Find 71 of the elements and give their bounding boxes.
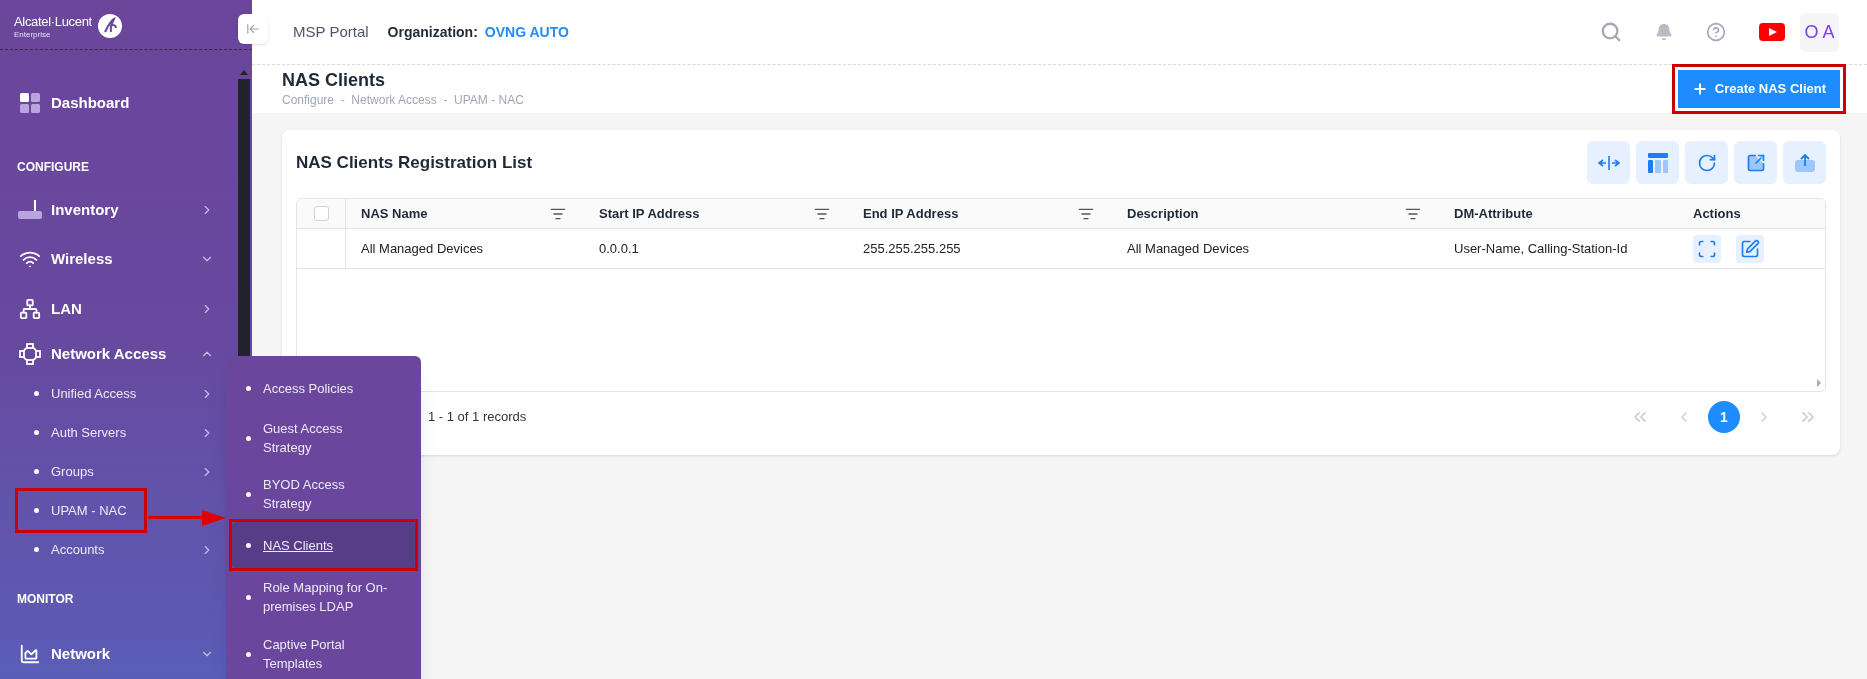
table-cell-text: User-Name, Calling-Station-Id <box>1454 239 1628 258</box>
export-icon <box>1745 152 1766 173</box>
column-header[interactable]: Actions <box>1693 203 1807 224</box>
page-title: NAS Clients <box>282 69 387 91</box>
page-button[interactable]: 1 <box>1708 401 1740 433</box>
column-header[interactable]: Start IP Address <box>599 203 814 224</box>
submenu-item[interactable]: NAS Clients <box>232 522 415 568</box>
table-cell-text: All Managed Devices <box>361 239 484 258</box>
section-heading: MONITOR <box>17 591 74 608</box>
brand-subtitle: Enterprise <box>14 30 52 40</box>
bullet-icon <box>246 491 251 497</box>
table-cell-text: All Managed Devices <box>1127 239 1250 258</box>
breadcrumb: Configure - Network Access - UPAM - NAC <box>282 92 525 109</box>
column-header[interactable]: NAS Name <box>361 203 550 224</box>
nodes-icon <box>19 343 41 365</box>
column-header[interactable]: End IP Address <box>863 203 1078 224</box>
columns-icon <box>1647 152 1668 173</box>
area-chart-icon <box>19 643 41 665</box>
export-button[interactable] <box>1734 141 1777 184</box>
select-all-checkbox[interactable] <box>313 206 329 221</box>
resize-columns-button[interactable] <box>1587 141 1630 184</box>
brand-name: Alcatel·Lucent <box>14 14 92 30</box>
records-summary: 1 - 1 of 1 records <box>428 408 528 427</box>
submenu-item[interactable]: Role Mapping for On-premises LDAP <box>232 568 415 626</box>
search-icon[interactable] <box>1600 21 1622 43</box>
table-cell-text: 0.0.0.1 <box>599 239 639 258</box>
bullet-icon <box>34 547 39 552</box>
bullet-icon <box>34 391 39 396</box>
user-avatar[interactable]: O A <box>1800 12 1839 52</box>
organization-name[interactable]: OVNG AUTO <box>484 21 569 43</box>
bullet-icon <box>246 385 251 391</box>
column-header[interactable]: DM-Attribute <box>1454 203 1660 224</box>
collapse-icon <box>246 22 260 36</box>
bullet-icon <box>34 430 39 435</box>
bullet-icon <box>246 651 251 657</box>
nav-item[interactable]: Inventory <box>0 186 238 234</box>
scroll-right-icon[interactable] <box>1817 379 1821 387</box>
nav-item[interactable]: Wireless <box>0 234 238 284</box>
nav-item[interactable]: LAN <box>0 284 238 334</box>
refresh-button[interactable] <box>1685 141 1728 184</box>
resize-arrows-icon <box>1597 154 1620 171</box>
brand-logo-icon <box>97 14 122 38</box>
router-icon <box>18 200 42 220</box>
upload-button[interactable] <box>1783 141 1826 184</box>
nav-item[interactable]: Dashboard <box>0 78 238 128</box>
bell-icon[interactable] <box>1655 23 1673 41</box>
bullet-icon <box>246 435 251 441</box>
refresh-icon <box>1696 152 1717 173</box>
expand-button[interactable] <box>1693 234 1721 263</box>
card-title: NAS Clients Registration List <box>296 151 534 174</box>
plus-icon <box>1691 81 1708 97</box>
edit-button[interactable] <box>1736 234 1764 263</box>
create-button[interactable]: Create NAS Client <box>1677 70 1840 108</box>
expand-icon <box>1697 238 1717 259</box>
bullet-icon <box>246 542 251 548</box>
edit-icon <box>1740 238 1760 259</box>
upload-icon <box>1794 152 1815 173</box>
column-header[interactable]: Description <box>1127 203 1405 224</box>
network-icon <box>19 298 41 320</box>
bullet-icon <box>34 469 39 474</box>
columns-button[interactable] <box>1636 141 1679 184</box>
help-icon[interactable] <box>1706 22 1726 42</box>
dashboard-icon <box>20 93 40 113</box>
bullet-icon <box>246 594 251 600</box>
collapse-sidebar-button[interactable] <box>238 14 268 44</box>
video-play-icon[interactable] <box>1759 23 1785 41</box>
section-heading: CONFIGURE <box>17 159 89 176</box>
organization-label: Organization: <box>387 22 478 42</box>
bullet-icon <box>34 508 39 513</box>
portal-title: MSP Portal <box>293 21 369 42</box>
table-cell-text: 255.255.255.255 <box>863 239 961 258</box>
